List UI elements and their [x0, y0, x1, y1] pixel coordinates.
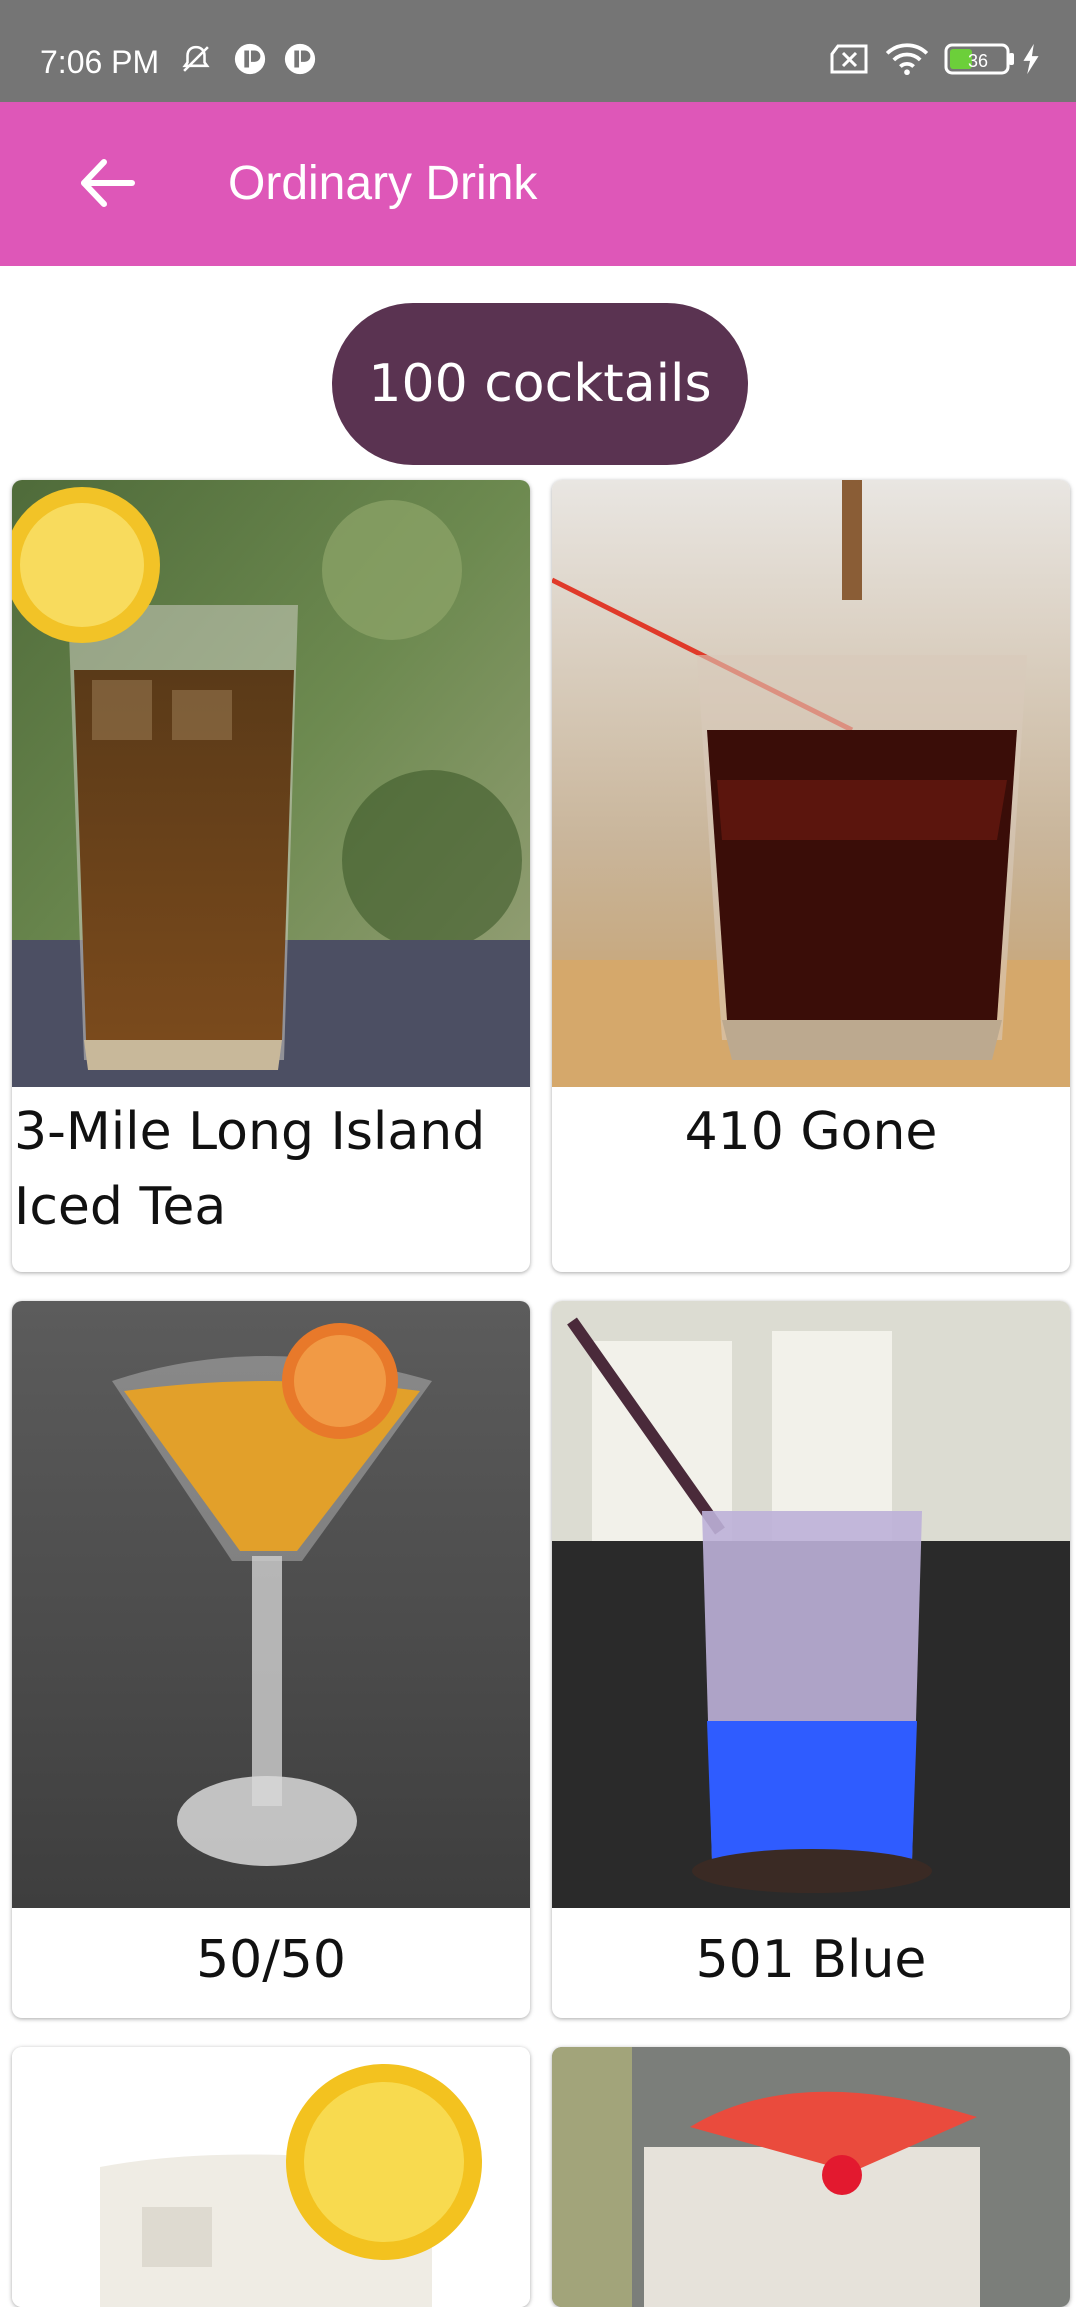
drink-photo [552, 1301, 1070, 1908]
cocktail-count-label: 100 cocktails [368, 354, 712, 414]
status-time: 7:06 PM [40, 44, 160, 80]
drink-photo [552, 2047, 1070, 2307]
cocktail-count-badge: 100 cocktails [332, 303, 748, 465]
arrow-left-icon[interactable] [72, 148, 142, 218]
status-bar: 7:06 PM 36 [0, 0, 1076, 102]
sim-none-icon [830, 44, 868, 74]
page-title: Ordinary Drink [228, 157, 538, 210]
drink-card[interactable]: 410 Gone [552, 480, 1070, 1272]
app-bar: Ordinary Drink [0, 102, 1076, 266]
charging-icon [1023, 43, 1039, 75]
app-icon [234, 43, 266, 75]
drink-name: 50/50 [196, 1930, 346, 1990]
drink-card[interactable] [552, 2047, 1070, 2307]
drink-name: 410 Gone [684, 1102, 938, 1162]
wifi-icon [885, 43, 929, 76]
drink-name: 501 Blue [695, 1930, 927, 1990]
drink-card[interactable]: 3-Mile Long Island Iced Tea [12, 480, 530, 1272]
drink-card[interactable]: 501 Blue [552, 1301, 1070, 2018]
notifications-off-icon [182, 45, 210, 72]
battery-icon: 36 [944, 43, 1014, 75]
drink-photo [12, 2047, 530, 2307]
drink-photo [12, 480, 530, 1087]
battery-level: 36 [968, 51, 988, 71]
drink-card[interactable] [12, 2047, 530, 2307]
drink-name: 3-Mile Long Island Iced Tea [14, 1102, 486, 1237]
drink-photo [552, 480, 1070, 1087]
drink-photo [12, 1301, 530, 1908]
drink-card[interactable]: 50/50 [12, 1301, 530, 2018]
app-icon [284, 43, 316, 75]
